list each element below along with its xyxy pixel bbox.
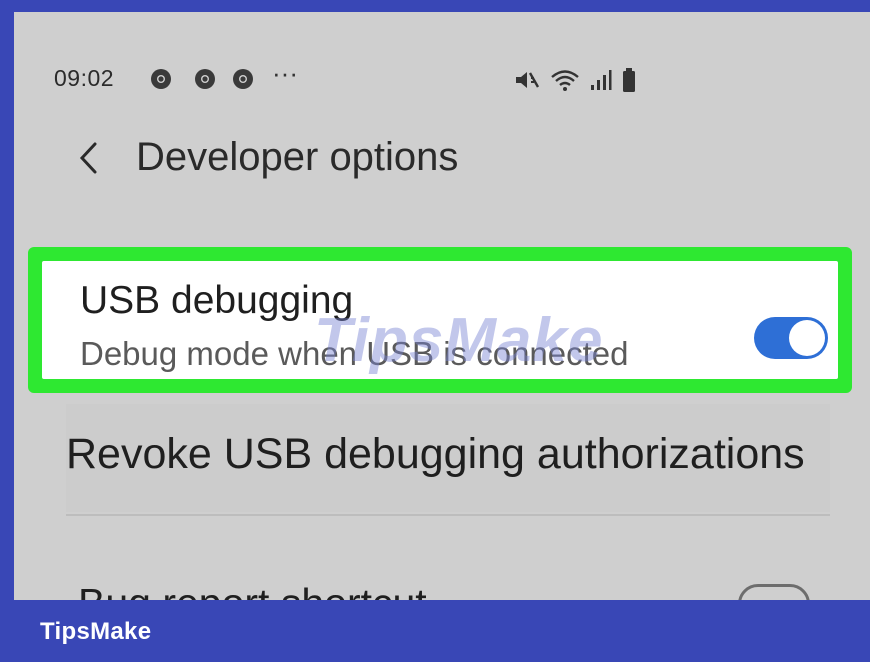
- phone-screen: 09:02 ··· Developer options USB debuggin…: [14, 12, 870, 600]
- chrome-icon: [195, 69, 215, 89]
- chrome-icon: [233, 69, 253, 89]
- chevron-left-icon: [79, 142, 97, 174]
- app-header: Developer options: [14, 132, 870, 192]
- image-frame: 09:02 ··· Developer options USB debuggin…: [0, 0, 870, 662]
- usb-debugging-toggle[interactable]: [754, 317, 828, 359]
- bug-report-toggle[interactable]: [738, 584, 810, 600]
- setting-bug-report-shortcut[interactable]: Bug report shortcut: [66, 544, 830, 600]
- wifi-icon: [551, 70, 579, 91]
- battery-icon: [623, 68, 635, 92]
- setting-usb-debugging[interactable]: USB debugging Debug mode when USB is con…: [42, 261, 838, 379]
- usb-debugging-highlight: USB debugging Debug mode when USB is con…: [28, 247, 852, 393]
- status-bar: 09:02 ···: [14, 58, 870, 98]
- page-title: Developer options: [136, 135, 459, 179]
- divider: [66, 514, 830, 516]
- back-button[interactable]: [72, 136, 104, 180]
- watermark-logo: TipsMake: [314, 306, 604, 375]
- setting-label: Revoke USB debugging authorizations: [66, 430, 805, 478]
- setting-title: USB debugging: [80, 279, 354, 322]
- setting-label: Bug report shortcut: [78, 580, 427, 600]
- signal-icon: [591, 70, 612, 90]
- brand-logo: TipsMake: [40, 618, 152, 645]
- mute-icon: [516, 72, 540, 88]
- setting-revoke-authorizations[interactable]: Revoke USB debugging authorizations: [66, 404, 830, 512]
- toggle-knob: [789, 320, 825, 356]
- status-time: 09:02: [54, 65, 115, 91]
- chrome-icon: [151, 69, 171, 89]
- status-icons: [514, 66, 636, 94]
- more-notifications-icon: ···: [272, 58, 298, 88]
- brand-footer: TipsMake: [0, 600, 870, 662]
